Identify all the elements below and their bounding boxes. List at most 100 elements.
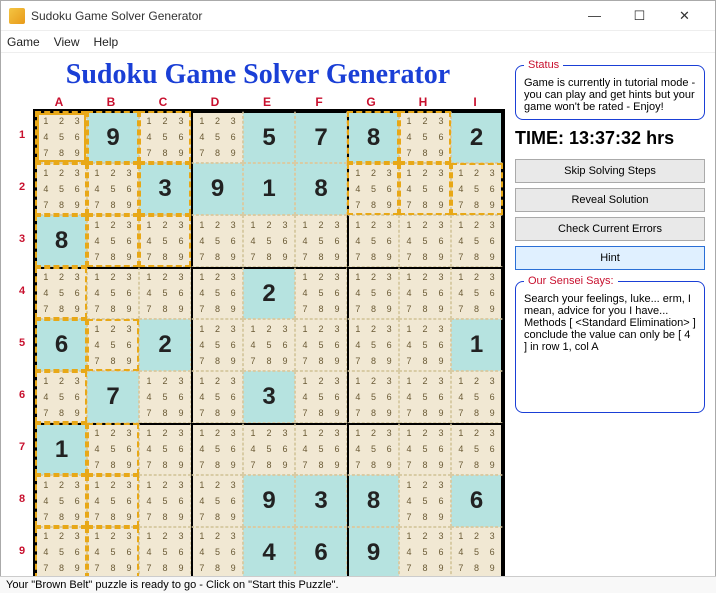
cell[interactable]: 123456789	[35, 111, 87, 163]
cell[interactable]: 1	[243, 163, 295, 215]
cell[interactable]: 123456789	[451, 423, 503, 475]
cell[interactable]: 2	[451, 111, 503, 163]
cell[interactable]: 123456789	[399, 215, 451, 267]
cell[interactable]: 6	[35, 319, 87, 371]
cell[interactable]: 123456789	[191, 423, 243, 475]
cell[interactable]: 123456789	[347, 215, 399, 267]
cell[interactable]: 123456789	[87, 319, 139, 371]
cell[interactable]: 6	[295, 527, 347, 579]
menu-help[interactable]: Help	[93, 35, 118, 49]
pencil-mark: 4	[38, 286, 54, 302]
pencil-mark: 5	[366, 233, 382, 249]
cell[interactable]: 123456789	[347, 371, 399, 423]
menu-game[interactable]: Game	[7, 35, 40, 49]
cell[interactable]: 6	[451, 475, 503, 527]
cell[interactable]: 123456789	[399, 163, 451, 215]
cell[interactable]: 123456789	[243, 319, 295, 371]
row-label: 8	[11, 473, 33, 525]
cell[interactable]: 123456789	[191, 111, 243, 163]
cell[interactable]: 9	[87, 111, 139, 163]
cell[interactable]: 123456789	[399, 371, 451, 423]
cell[interactable]: 123456789	[347, 319, 399, 371]
cell[interactable]: 123456789	[243, 423, 295, 475]
cell[interactable]: 123456789	[295, 423, 347, 475]
cell[interactable]: 123456789	[451, 163, 503, 215]
cell[interactable]: 4	[243, 527, 295, 579]
cell[interactable]: 123456789	[87, 423, 139, 475]
pencil-mark: 7	[194, 301, 210, 317]
cell[interactable]: 3	[243, 371, 295, 423]
cell[interactable]: 9	[347, 527, 399, 579]
cell[interactable]: 123456789	[399, 423, 451, 475]
cell[interactable]: 3	[139, 163, 191, 215]
cell[interactable]: 1	[451, 319, 503, 371]
cell[interactable]: 123456789	[87, 215, 139, 267]
cell[interactable]: 123456789	[191, 527, 243, 579]
cell[interactable]: 8	[347, 475, 399, 527]
cell[interactable]: 123456789	[295, 371, 347, 423]
cell[interactable]: 123456789	[399, 111, 451, 163]
cell[interactable]: 7	[295, 111, 347, 163]
cell[interactable]: 123456789	[87, 527, 139, 579]
cell[interactable]: 123456789	[87, 267, 139, 319]
app-icon	[9, 8, 25, 24]
cell[interactable]: 9	[191, 163, 243, 215]
reveal-solution-button[interactable]: Reveal Solution	[515, 188, 705, 212]
cell[interactable]: 123456789	[451, 371, 503, 423]
cell[interactable]: 123456789	[87, 163, 139, 215]
cell[interactable]: 123456789	[35, 475, 87, 527]
cell[interactable]: 123456789	[139, 475, 191, 527]
cell[interactable]: 5	[243, 111, 295, 163]
sensei-legend: Our Sensei Says:	[524, 275, 618, 287]
cell[interactable]: 8	[35, 215, 87, 267]
cell[interactable]: 8	[295, 163, 347, 215]
cell[interactable]: 123456789	[191, 267, 243, 319]
check-errors-button[interactable]: Check Current Errors	[515, 217, 705, 241]
cell[interactable]: 123456789	[347, 423, 399, 475]
cell[interactable]: 8	[347, 111, 399, 163]
maximize-button[interactable]: ☐	[617, 1, 662, 31]
minimize-button[interactable]: —	[572, 1, 617, 31]
cell[interactable]: 123456789	[139, 267, 191, 319]
cell[interactable]: 123456789	[139, 111, 191, 163]
cell[interactable]: 123456789	[191, 319, 243, 371]
hint-button[interactable]: Hint	[515, 246, 705, 270]
cell[interactable]: 2	[139, 319, 191, 371]
cell[interactable]: 123456789	[35, 163, 87, 215]
cell[interactable]: 123456789	[451, 267, 503, 319]
cell[interactable]: 123456789	[139, 371, 191, 423]
cell[interactable]: 123456789	[347, 163, 399, 215]
cell[interactable]: 123456789	[35, 267, 87, 319]
cell[interactable]: 123456789	[347, 267, 399, 319]
pencil-mark: 1	[245, 321, 261, 337]
skip-solving-button[interactable]: Skip Solving Steps	[515, 159, 705, 183]
cell[interactable]: 123456789	[87, 475, 139, 527]
cell[interactable]: 123456789	[139, 215, 191, 267]
cell[interactable]: 123456789	[191, 215, 243, 267]
cell[interactable]: 123456789	[191, 475, 243, 527]
close-button[interactable]: ✕	[662, 1, 707, 31]
cell[interactable]: 123456789	[399, 527, 451, 579]
cell[interactable]: 123456789	[295, 215, 347, 267]
cell[interactable]: 123456789	[35, 527, 87, 579]
cell[interactable]: 123456789	[399, 267, 451, 319]
cell[interactable]: 2	[243, 267, 295, 319]
cell[interactable]: 123456789	[243, 215, 295, 267]
cell[interactable]: 1	[35, 423, 87, 475]
cell[interactable]: 123456789	[35, 371, 87, 423]
pencil-mark: 1	[89, 477, 105, 493]
cell[interactable]: 3	[295, 475, 347, 527]
cell[interactable]: 123456789	[399, 319, 451, 371]
cell[interactable]: 123456789	[139, 423, 191, 475]
pencil-mark: 5	[366, 389, 382, 405]
menu-view[interactable]: View	[54, 35, 80, 49]
cell[interactable]: 123456789	[399, 475, 451, 527]
cell[interactable]: 123456789	[451, 527, 503, 579]
cell[interactable]: 9	[243, 475, 295, 527]
cell[interactable]: 7	[87, 371, 139, 423]
cell[interactable]: 123456789	[139, 527, 191, 579]
cell[interactable]: 123456789	[295, 267, 347, 319]
cell[interactable]: 123456789	[451, 215, 503, 267]
cell[interactable]: 123456789	[191, 371, 243, 423]
cell[interactable]: 123456789	[295, 319, 347, 371]
